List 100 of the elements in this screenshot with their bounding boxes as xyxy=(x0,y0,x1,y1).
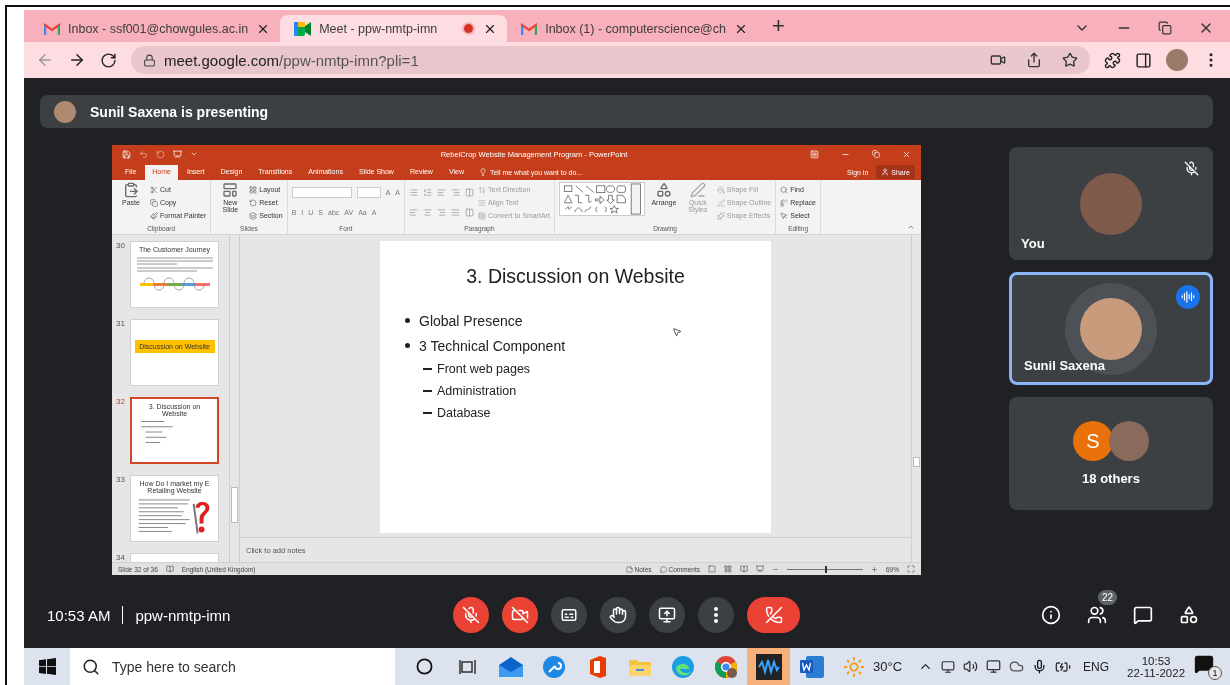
participant-avatar xyxy=(1109,421,1149,461)
smartart-icon xyxy=(478,211,486,220)
journey-map-drawing xyxy=(139,275,210,292)
camera-button[interactable] xyxy=(502,597,538,633)
section-icon xyxy=(249,211,258,220)
mail-logo-icon xyxy=(521,22,538,35)
zoom-in-icon[interactable] xyxy=(871,565,878,573)
present-screen-icon xyxy=(658,606,676,624)
present-button[interactable] xyxy=(649,597,685,633)
cloud-icon[interactable] xyxy=(1009,659,1025,674)
leave-call-button[interactable] xyxy=(747,597,800,633)
taskbar-app[interactable] xyxy=(747,648,790,685)
search-icon xyxy=(82,657,100,676)
presenting-text: Sunil Saxena is presenting xyxy=(90,103,269,120)
spell-check-icon xyxy=(165,565,174,573)
share-icon[interactable] xyxy=(1026,52,1042,68)
hand-icon xyxy=(609,606,627,624)
people-count: 22 xyxy=(1097,590,1117,605)
taskbar-search[interactable]: Type here to search xyxy=(70,648,395,685)
slide-number: 32 xyxy=(116,397,126,408)
volume-icon[interactable] xyxy=(963,659,979,674)
normal-view-icon[interactable] xyxy=(708,565,716,573)
task-view-icon xyxy=(458,658,477,675)
more-icon xyxy=(714,607,718,623)
word-logo-icon xyxy=(799,655,824,678)
cut-icon xyxy=(150,185,158,194)
mic-off-icon xyxy=(1184,161,1199,176)
microphone-button[interactable] xyxy=(453,597,489,633)
text-lines-drawing xyxy=(141,420,173,443)
profile-avatar[interactable] xyxy=(1166,49,1188,71)
pointer-icon xyxy=(672,327,682,337)
person-icon xyxy=(881,168,890,176)
meeting-code: ppw-nmtp-imn xyxy=(135,606,231,624)
customize-icon[interactable] xyxy=(190,150,198,158)
captions-icon xyxy=(560,606,578,624)
reset-icon xyxy=(249,198,258,207)
info-icon xyxy=(1041,605,1061,625)
reading-view-icon[interactable] xyxy=(740,565,748,573)
font-size-field[interactable] xyxy=(356,186,381,198)
scroll-thumb[interactable] xyxy=(913,457,920,467)
microphone-icon[interactable] xyxy=(1032,659,1048,674)
network-icon[interactable] xyxy=(986,659,1002,674)
cortana-circle-icon xyxy=(416,658,433,675)
side-panel-icon[interactable] xyxy=(1135,51,1152,69)
dash-mark xyxy=(423,412,432,414)
slide-thumbnail[interactable] xyxy=(130,553,219,562)
text-direction-icon xyxy=(478,185,486,194)
align-text-icon xyxy=(478,198,486,207)
raise-hand-button[interactable] xyxy=(600,597,636,633)
camera-icon[interactable] xyxy=(990,52,1006,68)
collapse-ribbon-icon[interactable] xyxy=(907,223,915,231)
copy-icon xyxy=(150,198,158,207)
bullet-dot xyxy=(405,343,410,348)
browser-wave-icon xyxy=(671,655,694,678)
new-tab-button[interactable]: + xyxy=(772,13,785,42)
shape-fill-icon xyxy=(716,185,725,194)
windows-logo-icon xyxy=(38,658,56,675)
address-bar[interactable]: meet.google.com/ppw-nmtp-imn?pli=1 xyxy=(131,46,1090,74)
bookmark-star-icon[interactable] xyxy=(1062,52,1078,68)
scroll-thumb[interactable] xyxy=(231,487,238,523)
forward-icon[interactable] xyxy=(68,51,86,69)
font-name-field[interactable] xyxy=(291,186,352,198)
restore-icon[interactable] xyxy=(1158,21,1172,35)
arrange-icon xyxy=(655,182,672,198)
chat-icon xyxy=(1133,605,1153,625)
camera-off-icon xyxy=(511,606,529,624)
shapes-gallery-drawing[interactable] xyxy=(558,182,645,216)
notifications-button[interactable]: 1 xyxy=(1194,653,1222,680)
dash-mark xyxy=(423,390,432,392)
reload-icon[interactable] xyxy=(100,51,117,69)
clock[interactable]: 10:53 22-11-2022 xyxy=(1127,654,1186,679)
sorter-view-icon[interactable] xyxy=(724,565,732,573)
ribbon-options-icon[interactable] xyxy=(810,149,819,159)
meeting-time: 10:53 AM xyxy=(47,606,111,624)
captions-button[interactable] xyxy=(551,597,587,633)
phone-hangup-icon xyxy=(764,606,783,624)
layout-icon xyxy=(249,185,258,194)
slideshow-icon[interactable] xyxy=(173,149,182,159)
office-logo-icon xyxy=(587,655,606,678)
mail-logo-icon xyxy=(44,22,60,35)
replace-icon xyxy=(780,198,789,207)
shape-outline-icon xyxy=(716,198,725,207)
bullet-dot xyxy=(405,318,410,323)
others-count: 18 others xyxy=(1082,471,1140,486)
painter-icon xyxy=(150,211,158,220)
more-options-button[interactable] xyxy=(698,597,734,633)
browser-tab[interactable]: Inbox - ssf001@chowgules.ac.in xyxy=(30,15,281,42)
comment-icon xyxy=(659,565,667,573)
info-button[interactable] xyxy=(1039,603,1063,627)
browser-tab[interactable]: Meet - ppw-nmtp-imn xyxy=(280,15,508,42)
slideshow-icon[interactable] xyxy=(756,565,764,573)
save-icon[interactable] xyxy=(122,149,131,159)
browser-tab[interactable]: Inbox (1) - computerscience@ch xyxy=(507,15,758,42)
wrench-app-icon xyxy=(542,655,565,678)
extensions-icon[interactable] xyxy=(1104,51,1121,69)
slide-number: 34 xyxy=(116,553,126,562)
video-logo-icon xyxy=(294,21,312,36)
notification-icon xyxy=(1194,653,1214,674)
lock-icon xyxy=(143,53,156,67)
language-indicator[interactable]: ENG xyxy=(1083,659,1110,674)
